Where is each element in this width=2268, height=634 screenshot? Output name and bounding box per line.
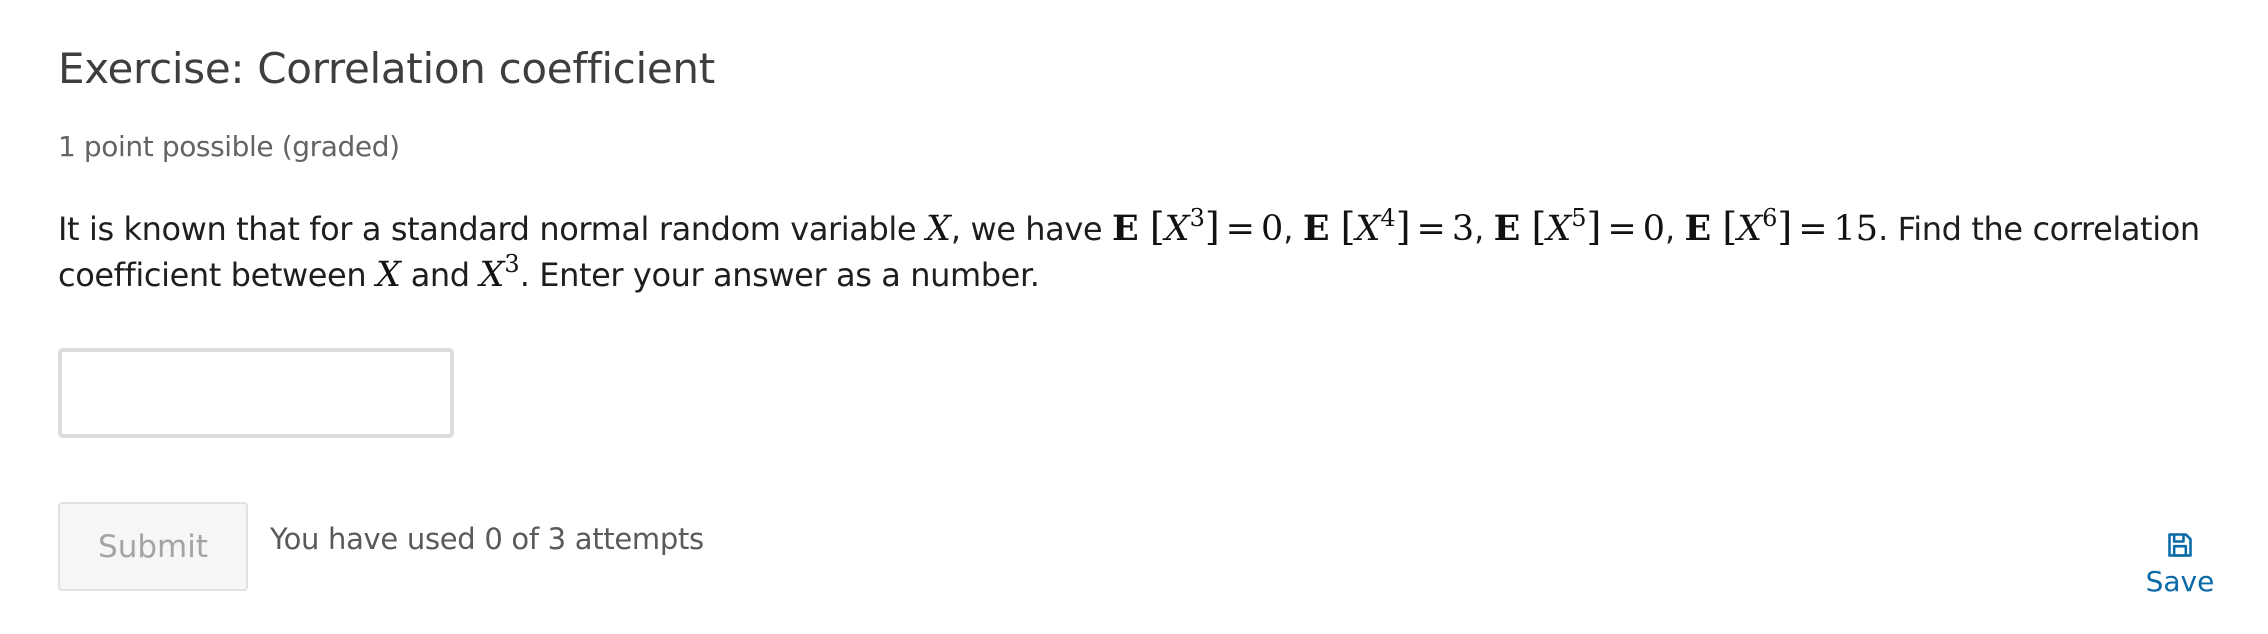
points-possible: 1 point possible (graded) (58, 130, 400, 163)
attempts-status: You have used 0 of 3 attempts (270, 522, 704, 556)
answer-input[interactable] (58, 348, 454, 438)
problem-text: It is known that for a standard normal r… (58, 210, 926, 248)
problem-statement: It is known that for a standard normal r… (58, 204, 2228, 298)
comma: , (1283, 210, 1303, 248)
math-expectation-6: E [X6] = 15 (1684, 204, 1879, 249)
problem-text: . Enter your answer as a number. (519, 256, 1040, 294)
exercise-title: Exercise: Correlation coefficient (58, 44, 715, 93)
problem-line-2: coefficient between X and X3. Enter your… (58, 252, 2228, 298)
problem-text: and (400, 256, 480, 294)
math-x-cubed: X3 (479, 250, 520, 295)
problem-text: , we have (950, 210, 1112, 248)
comma: , (1664, 210, 1685, 248)
problem-text: . Find the correlation (1878, 210, 2200, 248)
math-variable-x: X (376, 255, 401, 295)
math-variable-x: X (925, 209, 951, 249)
math-expectation-4: E [X4] = 3 (1302, 204, 1475, 249)
submit-button[interactable]: Submit (58, 502, 248, 591)
problem-text: coefficient between (58, 256, 377, 294)
save-label: Save (2145, 564, 2215, 598)
math-expectation-5: E [X5] = 0 (1493, 204, 1665, 249)
math-expectation-3: E [X3] = 0 (1111, 204, 1284, 249)
problem-line-1: It is known that for a standard normal r… (58, 204, 2228, 252)
floppy-disk-icon (2168, 532, 2192, 557)
comma: , (1474, 210, 1494, 248)
save-button[interactable]: Save (2130, 526, 2230, 602)
